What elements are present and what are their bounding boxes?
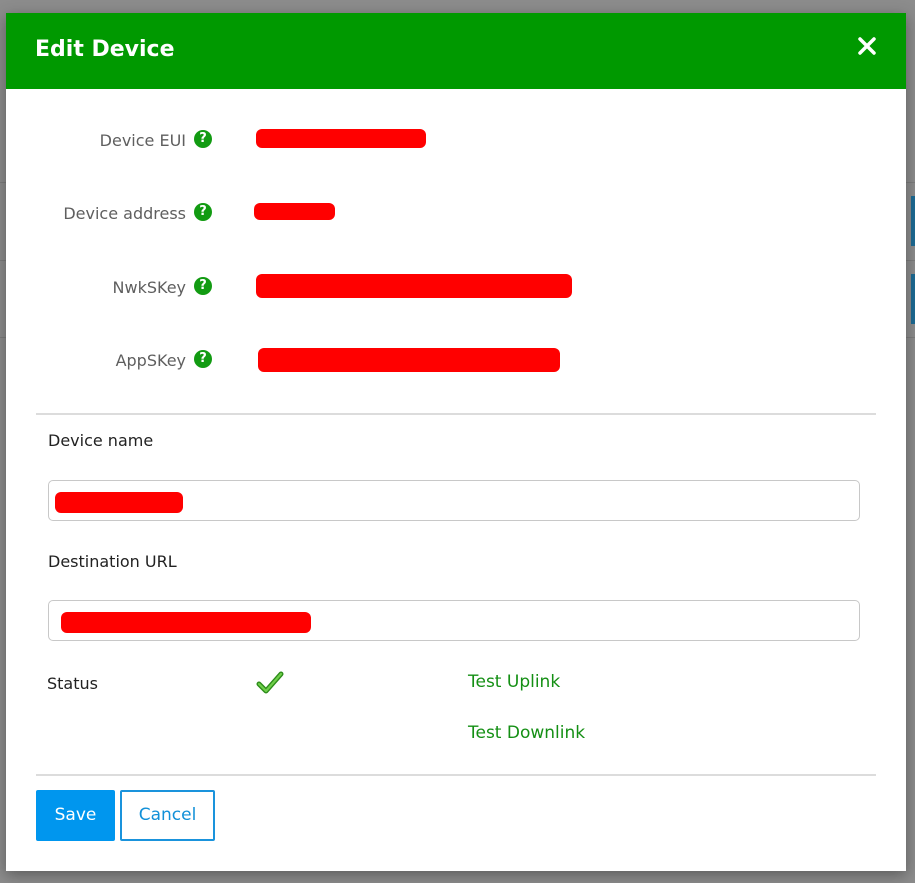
- destination-url-input[interactable]: [48, 600, 860, 641]
- status-label: Status: [47, 674, 98, 693]
- test-uplink-link[interactable]: Test Uplink: [468, 672, 560, 692]
- backdrop-row-button: [911, 196, 915, 246]
- redacted-nwkskey: [256, 274, 572, 298]
- save-button[interactable]: Save: [36, 790, 115, 841]
- redacted-appskey: [258, 348, 560, 372]
- device-address-label: Device address: [63, 204, 186, 223]
- section-divider: [36, 413, 876, 415]
- device-address-row: Device address ?: [6, 199, 906, 229]
- test-downlink-link[interactable]: Test Downlink: [468, 723, 585, 743]
- checkmark-icon: [256, 669, 284, 697]
- redacted-device-eui: [256, 129, 426, 148]
- redacted-device-name: [55, 492, 183, 513]
- dialog-header: Edit Device: [6, 13, 906, 89]
- help-icon[interactable]: ?: [194, 277, 212, 295]
- cancel-button[interactable]: Cancel: [120, 790, 215, 841]
- appskey-label: AppSKey: [115, 351, 186, 370]
- dialog-title: Edit Device: [35, 37, 175, 62]
- footer-divider: [36, 774, 876, 776]
- close-icon[interactable]: [854, 33, 880, 59]
- nwkskey-label: NwkSKey: [112, 278, 186, 297]
- redacted-destination-url: [61, 612, 311, 633]
- device-name-label: Device name: [48, 431, 154, 450]
- backdrop-row-button: [911, 274, 915, 324]
- device-eui-row: Device EUI ?: [6, 126, 906, 156]
- nwkskey-row: NwkSKey ?: [6, 273, 906, 303]
- help-icon[interactable]: ?: [194, 130, 212, 148]
- redacted-device-address: [254, 203, 335, 220]
- edit-device-dialog: Edit Device Device EUI ? Device address …: [6, 13, 906, 871]
- help-icon[interactable]: ?: [194, 203, 212, 221]
- help-icon[interactable]: ?: [194, 350, 212, 368]
- destination-url-label: Destination URL: [48, 552, 177, 571]
- device-eui-label: Device EUI: [99, 131, 186, 150]
- appskey-row: AppSKey ?: [6, 346, 906, 376]
- device-name-input[interactable]: [48, 480, 860, 521]
